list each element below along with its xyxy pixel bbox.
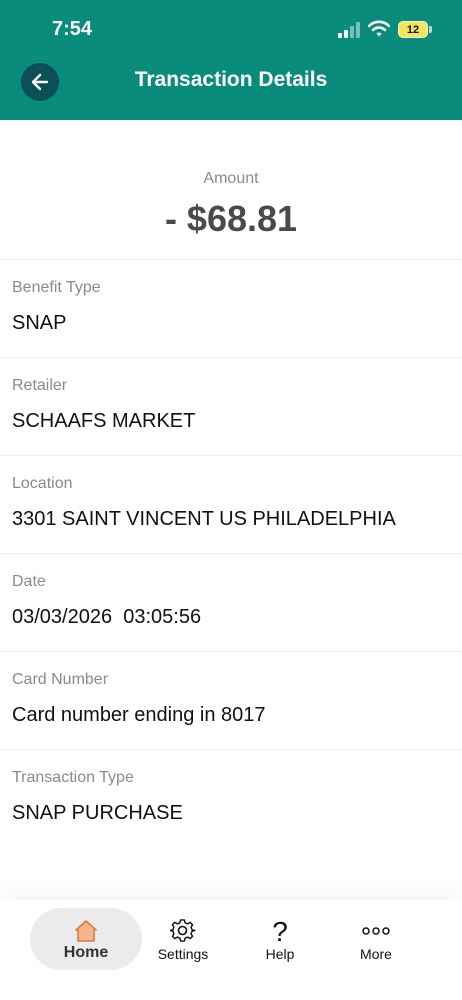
cellular-signal-icon xyxy=(338,22,360,38)
tab-label: Help xyxy=(265,946,295,962)
field-label: Retailer xyxy=(12,377,68,394)
bottom-tab-bar: Home Settings ? Help More xyxy=(0,900,462,1000)
page-title: Transaction Details xyxy=(134,68,328,91)
tab-more[interactable]: More xyxy=(344,908,408,970)
wifi-icon xyxy=(368,20,390,37)
field-value: 03/03/2026 03:05:56 xyxy=(12,606,202,628)
field-transaction-type: Transaction Type SNAP PURCHASE xyxy=(0,750,462,848)
field-card-number: Card Number Card number ending in 8017 xyxy=(0,652,462,750)
status-time: 7:54 xyxy=(52,18,93,40)
battery-cap xyxy=(429,26,432,33)
field-value: SNAP xyxy=(12,312,67,334)
tab-settings[interactable]: Settings xyxy=(148,908,218,970)
status-bar: 7:54 12 xyxy=(0,0,462,60)
field-value: SCHAAFS MARKET xyxy=(12,410,196,432)
field-label: Date xyxy=(12,573,46,590)
field-label: Transaction Type xyxy=(12,769,134,786)
question-icon: ? xyxy=(272,916,288,947)
app-header: 7:54 12 Transaction Details xyxy=(0,0,462,120)
amount-label: Amount xyxy=(203,170,259,187)
tab-home[interactable]: Home xyxy=(30,908,142,970)
field-label: Location xyxy=(12,475,73,492)
field-date: Date 03/03/2026 03:05:56 xyxy=(0,554,462,652)
amount-section: Amount - $68.81 xyxy=(0,120,462,260)
tab-label: Settings xyxy=(157,946,209,962)
tab-label: More xyxy=(360,946,392,962)
field-value: Card number ending in 8017 xyxy=(12,704,266,726)
more-icon xyxy=(362,927,390,935)
home-icon xyxy=(75,920,97,942)
field-label: Benefit Type xyxy=(12,279,101,296)
battery-indicator: 12 xyxy=(398,21,428,38)
field-value: SNAP PURCHASE xyxy=(12,802,183,824)
gear-icon xyxy=(170,919,196,942)
field-retailer: Retailer SCHAAFS MARKET xyxy=(0,358,462,456)
tab-help[interactable]: ? Help xyxy=(248,908,312,970)
tab-label: Home xyxy=(63,944,109,961)
amount-value: - $68.81 xyxy=(164,198,298,239)
field-label: Card Number xyxy=(12,671,109,688)
field-benefit-type: Benefit Type SNAP xyxy=(0,260,462,358)
field-location: Location 3301 SAINT VINCENT US PHILADELP… xyxy=(0,456,462,554)
field-value: 3301 SAINT VINCENT US PHILADELPHIA xyxy=(12,508,396,530)
